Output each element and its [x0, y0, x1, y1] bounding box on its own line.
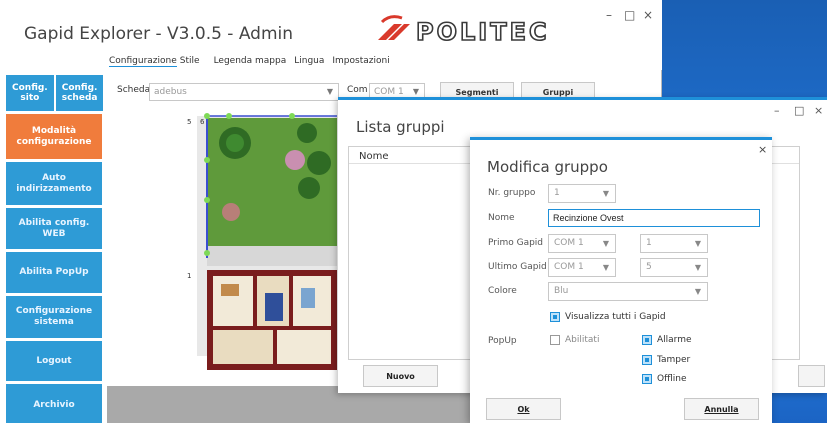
- ultimo-num-value: 5: [646, 262, 652, 272]
- primo-num-value: 1: [646, 238, 652, 248]
- auto-indirizzamento-button[interactable]: Auto indirizzamento: [6, 162, 102, 205]
- chevron-down-icon: ▼: [326, 87, 333, 96]
- marker-label: 6: [200, 118, 205, 126]
- abilita-config-web-button[interactable]: Abilita config. WEB: [6, 208, 102, 249]
- colore-value: Blu: [554, 286, 569, 296]
- ultimo-gapid-label: Ultimo Gapid: [488, 262, 547, 272]
- logo-swoosh-icon: [378, 15, 410, 40]
- maximize-button[interactable]: □: [794, 104, 804, 117]
- title-bar: Gapid Explorer - V3.0.5 - Admin POLITEC …: [0, 0, 662, 70]
- primo-num-select[interactable]: 1 ▼: [640, 234, 708, 253]
- primo-com-select[interactable]: COM 1 ▼: [548, 234, 616, 253]
- abilitati-checkbox[interactable]: Abilitati: [550, 335, 599, 345]
- popup-label: PopUp: [488, 336, 517, 346]
- colore-label: Colore: [488, 286, 517, 296]
- menu-lingua[interactable]: Lingua: [294, 56, 324, 67]
- chevron-down-icon: ▼: [412, 87, 419, 96]
- configurazione-sistema-button[interactable]: Configurazione sistema: [6, 296, 102, 338]
- modifica-gruppo-title: Modifica gruppo: [487, 158, 608, 176]
- chevron-down-icon: ▼: [694, 263, 701, 272]
- menu-legenda-mappa[interactable]: Legenda mappa: [214, 56, 287, 67]
- sidebar-top: Config. sito Config. scheda: [6, 75, 104, 111]
- checkbox-unchecked-icon: [550, 335, 560, 345]
- primo-gapid-label: Primo Gapid: [488, 238, 544, 248]
- flower-icon: [222, 203, 240, 221]
- flower-icon: [285, 150, 305, 170]
- checkbox-checked-icon: [550, 312, 560, 322]
- marker-label: 5: [187, 118, 191, 126]
- nr-gruppo-select[interactable]: 1 ▼: [548, 184, 616, 203]
- checkbox-checked-icon: [642, 335, 652, 345]
- sensor-point: [204, 197, 210, 203]
- menu-impostazioni[interactable]: Impostazioni: [332, 56, 389, 67]
- visualizza-label: Visualizza tutti i Gapid: [565, 312, 666, 322]
- scheda-label: Scheda: [117, 85, 151, 95]
- ok-button[interactable]: Ok: [486, 398, 561, 420]
- chevron-down-icon: ▼: [694, 239, 701, 248]
- scheda-value: adebus: [154, 87, 187, 97]
- colore-select[interactable]: Blu ▼: [548, 282, 708, 301]
- offline-checkbox[interactable]: Offline: [642, 374, 687, 384]
- secondary-button[interactable]: [798, 365, 825, 387]
- checkbox-checked-icon: [642, 355, 652, 365]
- config-sito-button[interactable]: Config. sito: [6, 75, 54, 111]
- modalita-configurazione-button[interactable]: Modalità configurazione: [6, 114, 102, 159]
- logo-text: POLITEC: [416, 18, 550, 46]
- tamper-checkbox[interactable]: Tamper: [642, 355, 690, 365]
- nr-gruppo-value: 1: [554, 188, 560, 198]
- abilita-popup-button[interactable]: Abilita PopUp: [6, 252, 102, 293]
- chevron-down-icon: ▼: [602, 239, 609, 248]
- modifica-gruppo-dialog: Modifica gruppo × Nr. gruppo 1 ▼ Nome Pr…: [470, 137, 772, 423]
- com-value: COM 1: [374, 87, 404, 97]
- tree-icon: [298, 177, 320, 199]
- tamper-label: Tamper: [657, 355, 691, 365]
- scheda-select[interactable]: adebus ▼: [149, 83, 339, 101]
- allarme-checkbox[interactable]: Allarme: [642, 335, 692, 345]
- tree-icon: [297, 123, 317, 143]
- sensor-point: [204, 113, 210, 119]
- allarme-label: Allarme: [657, 335, 692, 345]
- close-button[interactable]: ×: [758, 143, 767, 156]
- primo-com-value: COM 1: [554, 238, 584, 248]
- politec-logo: POLITEC: [378, 15, 550, 47]
- nome-label: Nome: [488, 213, 515, 223]
- ultimo-com-value: COM 1: [554, 262, 584, 272]
- marker-label: 1: [187, 272, 191, 280]
- com-label: Com: [347, 85, 368, 95]
- column-header-nome[interactable]: Nome: [359, 151, 389, 162]
- lista-gruppi-title: Lista gruppi: [356, 118, 445, 136]
- ultimo-num-select[interactable]: 5 ▼: [640, 258, 708, 277]
- minimize-button[interactable]: –: [774, 104, 780, 117]
- menu-bar: Configurazione Stile Legenda mappa Lingu…: [109, 56, 390, 67]
- close-button[interactable]: ×: [814, 104, 823, 117]
- sensor-point: [289, 113, 295, 119]
- maximize-button[interactable]: □: [624, 8, 635, 22]
- sidebar: Config. sito Config. scheda Modalità con…: [6, 75, 104, 423]
- menu-configurazione[interactable]: Configurazione: [109, 56, 177, 67]
- annulla-button[interactable]: Annulla: [684, 398, 759, 420]
- offline-label: Offline: [657, 374, 687, 384]
- checkbox-checked-icon: [642, 374, 652, 384]
- nome-input[interactable]: [548, 209, 760, 227]
- sensor-point: [204, 250, 210, 256]
- config-scheda-button[interactable]: Config. scheda: [55, 75, 104, 111]
- chevron-down-icon: ▼: [602, 263, 609, 272]
- chevron-down-icon: ▼: [602, 189, 609, 198]
- abilitati-label: Abilitati: [565, 335, 600, 345]
- close-button[interactable]: ×: [643, 8, 653, 22]
- logout-button[interactable]: Logout: [6, 341, 102, 381]
- minimize-button[interactable]: –: [606, 8, 612, 22]
- menu-stile[interactable]: Stile: [180, 56, 200, 67]
- sensor-point: [204, 157, 210, 163]
- archivio-button[interactable]: Archivio: [6, 384, 102, 423]
- chevron-down-icon: ▼: [694, 287, 701, 296]
- ultimo-com-select[interactable]: COM 1 ▼: [548, 258, 616, 277]
- nr-gruppo-label: Nr. gruppo: [488, 188, 536, 198]
- visualizza-checkbox[interactable]: Visualizza tutti i Gapid: [550, 312, 666, 322]
- app-title: Gapid Explorer - V3.0.5 - Admin: [24, 24, 294, 44]
- nuovo-button[interactable]: Nuovo: [363, 365, 438, 387]
- tree-icon: [307, 151, 331, 175]
- sensor-point: [226, 113, 232, 119]
